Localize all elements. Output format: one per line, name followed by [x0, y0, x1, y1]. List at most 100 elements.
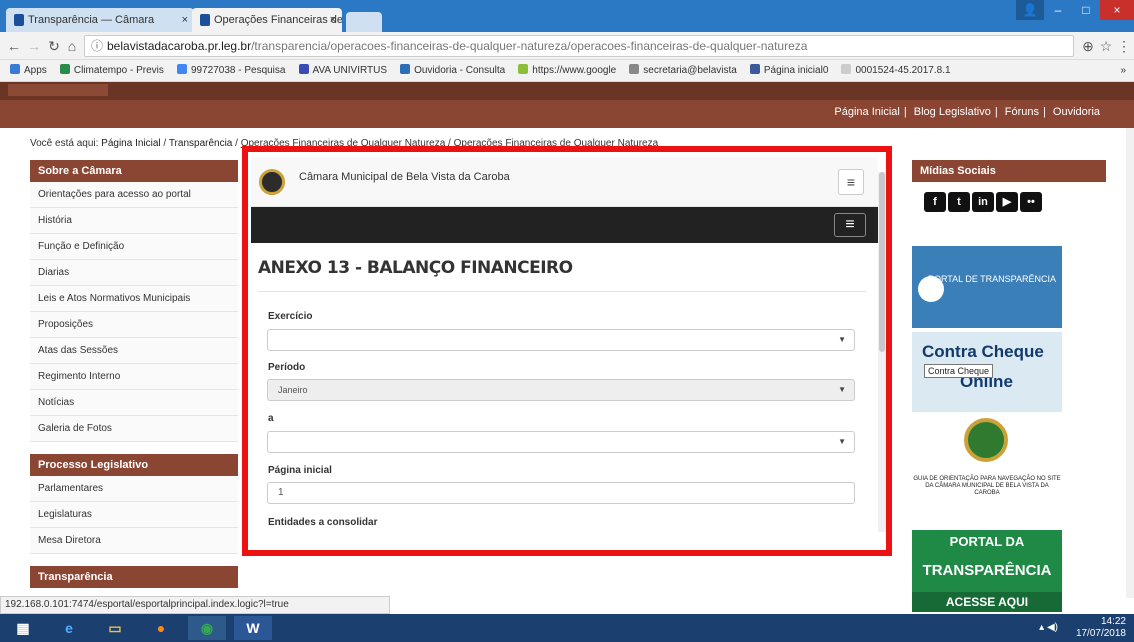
breadcrumb-item[interactable]: Página Inicial — [101, 138, 160, 149]
acesse-aqui-button[interactable]: ACESSE AQUI — [912, 592, 1062, 612]
tab-close-icon[interactable]: × — [330, 8, 336, 32]
file-explorer-icon[interactable]: ▭ — [96, 616, 134, 640]
maximize-button[interactable]: □ — [1072, 0, 1100, 20]
site-header-top — [0, 82, 1134, 100]
flickr-icon[interactable]: •• — [1020, 192, 1042, 212]
exercicio-label: Exercício — [268, 311, 313, 322]
word-icon[interactable]: W — [234, 616, 272, 640]
chrome-icon[interactable]: ◉ — [188, 616, 226, 640]
tab-operacoes[interactable]: Operações Financeiras de × — [192, 8, 342, 32]
midias-sociais-title: Mídias Sociais — [912, 160, 1106, 182]
sidebar-item-regimento[interactable]: Regimento Interno — [30, 364, 238, 390]
periodo-select[interactable]: Janeiro ▼ — [267, 379, 855, 401]
facebook-icon[interactable]: f — [924, 192, 946, 212]
bookmarks-more[interactable]: » — [1120, 60, 1126, 81]
sidebar-item-atas[interactable]: Atas das Sessões — [30, 338, 238, 364]
sidebar-item-funcao[interactable]: Função e Definição — [30, 234, 238, 260]
tab-label: Transparência — Câmara — [28, 14, 155, 26]
a-select[interactable]: ▼ — [267, 431, 855, 453]
portal-da-transparencia-banner[interactable]: PORTAL DA TRANSPARÊNCIA ACESSE AQUI — [912, 530, 1062, 612]
hamburger-menu-icon[interactable]: ≡ — [834, 213, 866, 237]
bookmark-apps[interactable]: Apps — [10, 60, 47, 81]
firefox-icon[interactable]: ● — [142, 616, 180, 640]
sidebar-item-galeria[interactable]: Galeria de Fotos — [30, 416, 238, 442]
pagina-inicial-input[interactable]: 1 — [267, 482, 855, 504]
guia-orientacao-banner[interactable]: GUIA DE ORIENTAÇÃO PARA NAVEGAÇÃO NO SIT… — [912, 414, 1062, 514]
site-logo[interactable] — [8, 84, 108, 96]
bookmark-processo[interactable]: 0001524-45.2017.8.1 — [841, 60, 951, 81]
tab-close-icon[interactable]: × — [182, 8, 188, 32]
scroll-thumb[interactable] — [879, 172, 885, 352]
tab-transparencia[interactable]: Transparência — Câmara × — [6, 8, 194, 32]
divider — [258, 291, 866, 292]
sidebar-item-mesa[interactable]: Mesa Diretora — [30, 528, 238, 554]
sidebar-item-diarias[interactable]: Diarias — [30, 260, 238, 286]
status-bar: 192.168.0.101:7474/esportal/esportalprin… — [0, 596, 390, 614]
chevron-down-icon: ▼ — [838, 335, 846, 344]
chevron-down-icon: ▼ — [838, 385, 846, 394]
sidebar-item-orientacoes[interactable]: Orientações para acesso ao portal — [30, 182, 238, 208]
star-icon[interactable]: ☆ — [1096, 36, 1116, 56]
portal-transparencia-banner[interactable]: PORTAL DE TRANSPARÊNCIA — [912, 246, 1062, 328]
reload-icon[interactable]: ↻ — [44, 36, 64, 56]
a-label: a — [268, 413, 274, 424]
bookmark-pagina-inicial[interactable]: Página inicial0 — [749, 60, 828, 81]
hamburger-menu-icon[interactable]: ≡ — [838, 169, 864, 195]
top-navigation: Página Inicial | Blog Legislativo | Fóruns… — [834, 106, 1100, 118]
bookmarks-bar: Apps Climatempo - Previs 99727038 - Pesq… — [0, 60, 1134, 82]
internet-explorer-icon[interactable]: e — [50, 616, 88, 640]
org-name: Câmara Municipal de Bela Vista da Caroba — [299, 171, 510, 183]
info-icon[interactable]: ⓘ — [91, 36, 103, 56]
sidebar-item-historia[interactable]: História — [30, 208, 238, 234]
sidebar-section-title: Processo Legislativo — [30, 454, 238, 476]
forward-arrow-icon[interactable]: → — [24, 36, 44, 56]
start-icon[interactable]: ▦ — [4, 616, 42, 640]
nav-blog-legislativo[interactable]: Blog Legislativo — [914, 106, 991, 118]
bookmark-google[interactable]: https://www.google — [518, 60, 616, 81]
nav-foruns[interactable]: Fóruns — [1005, 106, 1039, 118]
linkedin-icon[interactable]: in — [972, 192, 994, 212]
clock[interactable]: 14:22 17/07/2018 — [1076, 616, 1126, 640]
minimize-button[interactable]: – — [1044, 0, 1072, 20]
nav-ouvidoria[interactable]: Ouvidoria — [1053, 106, 1100, 118]
embedded-header: Câmara Municipal de Bela Vista da Caroba… — [251, 157, 878, 207]
url-input[interactable]: ⓘ belavistadacaroba.pr.leg.br/transparen… — [84, 35, 1074, 57]
twitter-icon[interactable]: t — [948, 192, 970, 212]
volume-icon[interactable]: ▴ ◀) — [1039, 622, 1058, 633]
back-arrow-icon[interactable]: ← — [4, 36, 24, 56]
embedded-scrollbar[interactable] — [878, 172, 886, 532]
profile-icon[interactable]: 👤 — [1016, 0, 1044, 20]
bookmark-ouvidoria[interactable]: Ouvidoria - Consulta — [400, 60, 505, 81]
bookmark-pesquisa[interactable]: 99727038 - Pesquisa — [176, 60, 285, 81]
new-tab-button[interactable] — [346, 12, 382, 32]
sidebar-section-processo: Processo Legislativo Parlamentares Legis… — [30, 454, 238, 554]
tab-label: Operações Financeiras de — [214, 14, 342, 26]
sidebar: Sobre a Câmara Orientações para acesso a… — [30, 160, 238, 442]
entidades-label: Entidades a consolidar — [268, 517, 378, 528]
close-window-button[interactable]: × — [1100, 0, 1134, 20]
bookmark-secretaria[interactable]: secretaria@belavista — [629, 60, 737, 81]
exercicio-select[interactable]: ▼ — [267, 329, 855, 351]
sidebar-item-legislaturas[interactable]: Legislaturas — [30, 502, 238, 528]
periodo-label: Período — [268, 362, 306, 373]
chevron-down-icon: ▼ — [838, 437, 846, 446]
sidebar-item-noticias[interactable]: Notícias — [30, 390, 238, 416]
nav-pagina-inicial[interactable]: Página Inicial — [834, 106, 899, 118]
zoom-icon[interactable]: ⊕ — [1078, 36, 1098, 56]
url-path: /transparencia/operacoes-financeiras-de-… — [251, 39, 808, 53]
sidebar-item-leis[interactable]: Leis e Atos Normativos Municipais — [30, 286, 238, 312]
bookmark-climatempo[interactable]: Climatempo - Previs — [59, 60, 164, 81]
breadcrumb-item[interactable]: Transparência — [169, 138, 233, 149]
sidebar-item-parlamentares[interactable]: Parlamentares — [30, 476, 238, 502]
url-host: belavistadacaroba.pr.leg.br — [107, 39, 252, 53]
menu-dots-icon[interactable]: ⋮ — [1114, 36, 1134, 56]
sidebar-section-transparencia: Transparência — [30, 566, 238, 588]
social-icons: f t in ▶ •• — [924, 192, 1044, 212]
youtube-icon[interactable]: ▶ — [996, 192, 1018, 212]
sidebar-item-proposicoes[interactable]: Proposições — [30, 312, 238, 338]
home-icon[interactable]: ⌂ — [62, 36, 82, 56]
bookmark-ava[interactable]: AVA UNIVIRTUS — [298, 60, 387, 81]
pagina-inicial-label: Página inicial — [268, 465, 332, 476]
browser-tabbar: Transparência — Câmara × Operações Finan… — [0, 0, 1134, 32]
page-scrollbar[interactable] — [1126, 128, 1134, 598]
